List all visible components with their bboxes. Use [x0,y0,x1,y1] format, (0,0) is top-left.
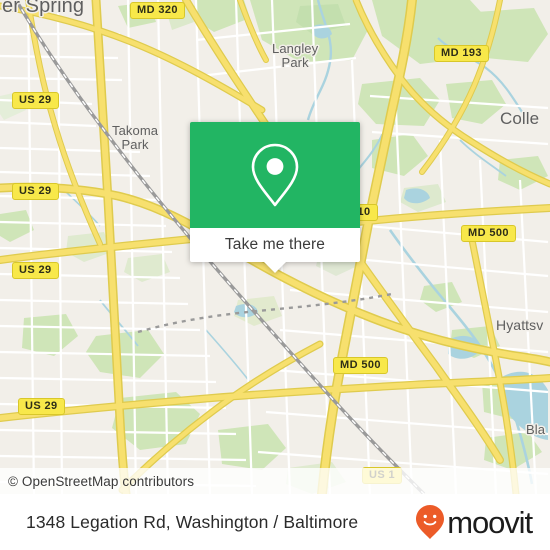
road-shield-md-320: MD 320 [130,2,185,19]
road-shield-us-29-bottom: US 29 [18,398,65,415]
road-shield-us-29-lower: US 29 [12,262,59,279]
moovit-pin-smiley-icon [416,505,445,539]
callout-tail [264,262,286,273]
road-shield-md-500-center: MD 500 [333,357,388,374]
road-shield-us-29-north: US 29 [12,92,59,109]
road-shield-us-29-mid: US 29 [12,183,59,200]
road-shield-md-500-east: MD 500 [461,225,516,242]
address-text: 1348 Legation Rd, Washington / Baltimore [26,511,359,532]
moovit-logo[interactable]: moovit [415,504,533,540]
road-shield-md-193: MD 193 [434,45,489,62]
moovit-wordmark: moovit [447,504,533,540]
footer-bar: 1348 Legation Rd, Washington / Baltimore… [0,494,550,550]
callout-icon-area [190,122,360,228]
take-me-there-button[interactable]: Take me there [190,228,360,262]
attribution-text[interactable]: © OpenStreetMap contributors [0,474,194,489]
location-callout-card[interactable]: Take me there [190,122,360,273]
attribution-bar: © OpenStreetMap contributors [0,468,550,494]
location-pin-icon [251,143,299,207]
take-me-there-label: Take me there [224,236,326,253]
map-screenshot: er Spring Langley Park Takoma Park Colle… [0,0,550,550]
